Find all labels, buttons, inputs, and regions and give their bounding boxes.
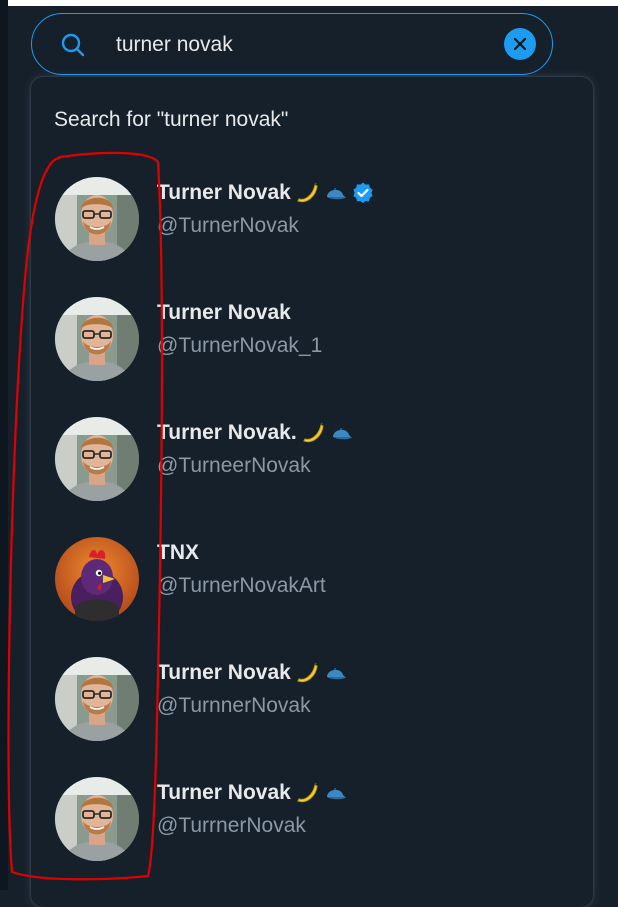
blue-cap-emoji-icon — [326, 788, 346, 800]
display-name-row: Turner Novak. — [157, 419, 353, 447]
avatar — [55, 537, 139, 621]
display-name-row: Turner Novak — [157, 179, 375, 207]
username-handle: @TurnerNovak — [157, 214, 299, 237]
search-result-user[interactable]: Turner Novak. @TurneerNovak — [31, 397, 593, 517]
display-name: Turner Novak. — [157, 421, 297, 444]
display-name: Turner Novak — [157, 781, 291, 804]
display-name: Turner Novak — [157, 301, 291, 324]
username-handle: @TurneerNovak — [157, 454, 311, 477]
display-name-row: Turner Novak — [157, 659, 347, 687]
search-result-user[interactable]: Turner Novak @TurnerNovak — [31, 157, 593, 277]
search-input[interactable] — [116, 31, 496, 59]
display-name: TNX — [157, 541, 199, 564]
blue-cap-emoji-icon — [332, 428, 352, 440]
avatar — [55, 177, 139, 261]
banana-emoji-icon — [297, 662, 318, 683]
blue-cap-emoji-icon — [326, 668, 346, 680]
search-for-query-option[interactable]: Search for "turner novak" — [54, 108, 288, 132]
avatar — [55, 777, 139, 861]
username-handle: @TurrnerNovak — [157, 814, 306, 837]
banana-emoji-icon — [297, 782, 318, 803]
close-icon — [513, 37, 527, 51]
avatar — [55, 417, 139, 501]
display-name-row: TNX — [157, 539, 199, 567]
clear-search-button[interactable] — [504, 28, 536, 60]
window-left-edge — [0, 0, 8, 890]
banana-emoji-icon — [302, 422, 324, 443]
search-results-dropdown: Search for "turner novak" Turner Novak @… — [31, 77, 593, 907]
display-name: Turner Novak — [157, 181, 291, 204]
search-icon — [61, 33, 85, 57]
window-top-edge — [0, 0, 618, 6]
username-handle: @TurnerNovakArt — [157, 574, 326, 597]
avatar — [55, 657, 139, 741]
blue-cap-emoji-icon — [326, 188, 346, 200]
display-name-row: Turner Novak — [157, 299, 291, 327]
search-result-user[interactable]: Turner Novak @TurnerNovak_1 — [31, 277, 593, 397]
banana-emoji-icon — [297, 182, 318, 203]
search-box[interactable] — [31, 13, 553, 75]
verified-badge-icon — [353, 182, 373, 204]
username-handle: @TurnnerNovak — [157, 694, 311, 717]
username-handle: @TurnerNovak_1 — [157, 334, 323, 357]
search-result-user[interactable]: Turner Novak @TurrnerNovak — [31, 757, 593, 877]
display-name: Turner Novak — [157, 661, 291, 684]
search-result-user[interactable]: Turner Novak @TurnnerNovak — [31, 637, 593, 757]
avatar — [55, 297, 139, 381]
display-name-row: Turner Novak — [157, 779, 347, 807]
search-result-user[interactable]: TNX @TurnerNovakArt — [31, 517, 593, 637]
